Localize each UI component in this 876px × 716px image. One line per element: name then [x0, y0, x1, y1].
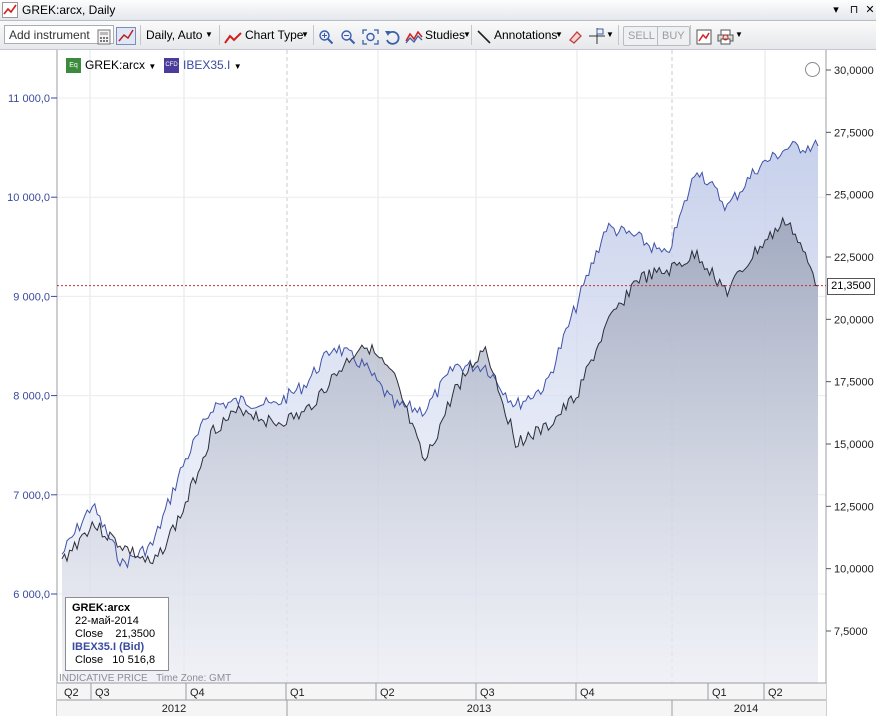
zoom-in-icon[interactable]: [318, 27, 334, 47]
legend-secondary-chevron-down-icon[interactable]: ▼: [234, 62, 242, 71]
legend-primary-label: GREK:arcx: [85, 58, 146, 72]
timezone-label: Time Zone: GMT: [156, 673, 232, 684]
quarter-label: Q2: [768, 687, 783, 699]
close-button[interactable]: ✕: [862, 2, 876, 18]
clock-icon[interactable]: [805, 62, 820, 77]
chart-toolbar: Add instrument Daily, Auto ▼ Chart Type …: [0, 21, 876, 50]
quarter-label: Q4: [580, 687, 595, 699]
quarter-label: Q4: [190, 687, 205, 699]
chart-type-dropdown[interactable]: Chart Type: [245, 25, 303, 45]
crosshair-icon[interactable]: [588, 26, 606, 46]
info-close-label: Close: [75, 628, 104, 640]
left-tick-label: 7 000,0: [13, 490, 50, 502]
calculator-icon[interactable]: [96, 27, 112, 47]
info-date: 22-май-2014: [75, 615, 139, 627]
right-tick-label: 20,0000: [834, 314, 874, 326]
chart-type-icon[interactable]: [224, 28, 242, 48]
studies-chevron-down-icon[interactable]: ▼: [463, 25, 471, 45]
studies-dropdown[interactable]: Studies: [425, 25, 465, 45]
equity-icon: Eq: [66, 58, 81, 74]
buy-button[interactable]: BUY: [657, 26, 690, 46]
sell-button[interactable]: SELL: [623, 26, 660, 46]
export-chart-icon[interactable]: [696, 27, 712, 47]
quarter-label: Q3: [480, 687, 495, 699]
left-tick-label: 8 000,0: [13, 391, 50, 403]
legend-item-grek[interactable]: Eq GREK:arcx ▼: [66, 58, 156, 74]
time-axis: Q2 Q3 Q4 Q1 Q2 Q3 Q4 Q1 Q2 2012 2013 2014: [57, 682, 826, 716]
indicative-footer: INDICATIVE PRICE Time Zone: GMT: [59, 673, 231, 684]
pin-button[interactable]: ⊓: [846, 2, 862, 18]
toolbar-separator: [313, 25, 314, 45]
left-axis: 11 000,0 10 000,0 9 000,0 8 000,0 7 000,0 6 0…: [7, 93, 57, 601]
info-close-value: 21,3500: [115, 628, 156, 640]
legend-primary-chevron-down-icon[interactable]: ▼: [148, 62, 156, 71]
quarter-label: Q2: [64, 687, 79, 699]
right-tick-label: 22,5000: [834, 252, 874, 264]
left-tick-label: 10 000,0: [7, 192, 50, 204]
zoom-out-icon[interactable]: [340, 27, 356, 47]
last-price-tag: 21,3500: [827, 278, 875, 295]
info-close2-label: Close: [75, 654, 104, 666]
year-label: 2013: [467, 703, 491, 715]
cfd-icon: CFD: [164, 58, 179, 74]
fit-chart-icon[interactable]: [362, 27, 379, 47]
info-instrument2: IBEX35.I (Bid): [72, 641, 145, 653]
info-close2-value: 10 516,8: [112, 654, 156, 666]
right-tick-label: 7,5000: [834, 626, 868, 638]
quarter-label: Q2: [380, 687, 395, 699]
right-tick-label: 27,5000: [834, 127, 874, 139]
chart-app-icon: [2, 2, 18, 18]
info-instrument: GREK:arcx: [72, 602, 131, 614]
legend-item-ibex[interactable]: CFD IBEX35.I ▼: [164, 58, 242, 74]
toolbar-separator: [471, 25, 472, 45]
data-info-box: GREK:arcx 22-май-2014 Close 21,3500 IBEX…: [65, 597, 169, 671]
window-menu-button[interactable]: ▾: [828, 2, 844, 18]
right-axis: 30,0000 27,5000 25,0000 22,5000 20,0000 17,50…: [826, 65, 874, 638]
left-tick-label: 6 000,0: [13, 589, 50, 601]
right-tick-label: 25,0000: [834, 190, 874, 202]
toolbar-separator: [219, 25, 220, 45]
annotations-dropdown[interactable]: Annotations: [494, 25, 557, 45]
annotations-line-icon[interactable]: [476, 27, 492, 47]
interval-chevron-down-icon[interactable]: ▼: [205, 25, 213, 45]
window-titlebar: GREK:arcx, Daily ▾ ⊓ ✕: [0, 0, 876, 21]
right-tick-label: 10,0000: [834, 564, 874, 576]
right-tick-label: 17,5000: [834, 377, 874, 389]
draw-tool-icon[interactable]: [116, 26, 136, 46]
left-tick-label: 11 000,0: [8, 93, 50, 105]
right-tick-label: 30,0000: [834, 65, 874, 77]
year-label: 2014: [734, 703, 758, 715]
toolbar-separator: [140, 25, 141, 45]
toolbar-separator: [690, 25, 691, 45]
quarter-label: Q1: [290, 687, 305, 699]
left-tick-label: 9 000,0: [13, 291, 50, 303]
print-icon[interactable]: [717, 27, 734, 47]
quarter-label: Q1: [712, 687, 727, 699]
grek-area-fill: [62, 218, 818, 683]
chart-type-chevron-down-icon[interactable]: ▼: [301, 25, 309, 45]
right-tick-label: 15,0000: [834, 439, 874, 451]
indicative-price-label: INDICATIVE PRICE: [59, 673, 148, 684]
quarter-label: Q3: [95, 687, 110, 699]
right-tick-label: 12,5000: [834, 501, 874, 513]
toolbar-separator: [618, 25, 619, 45]
print-chevron-down-icon[interactable]: ▼: [735, 25, 743, 45]
window-title: GREK:arcx, Daily: [22, 3, 116, 17]
interval-dropdown[interactable]: Daily, Auto: [146, 25, 202, 45]
studies-icon[interactable]: [405, 27, 423, 47]
year-label: 2012: [162, 703, 186, 715]
crosshair-chevron-down-icon[interactable]: ▼: [606, 25, 614, 45]
undo-icon[interactable]: [384, 27, 400, 47]
annotations-chevron-down-icon[interactable]: ▼: [555, 25, 563, 45]
legend-secondary-label: IBEX35.I: [183, 58, 231, 72]
eraser-icon[interactable]: [567, 27, 583, 47]
